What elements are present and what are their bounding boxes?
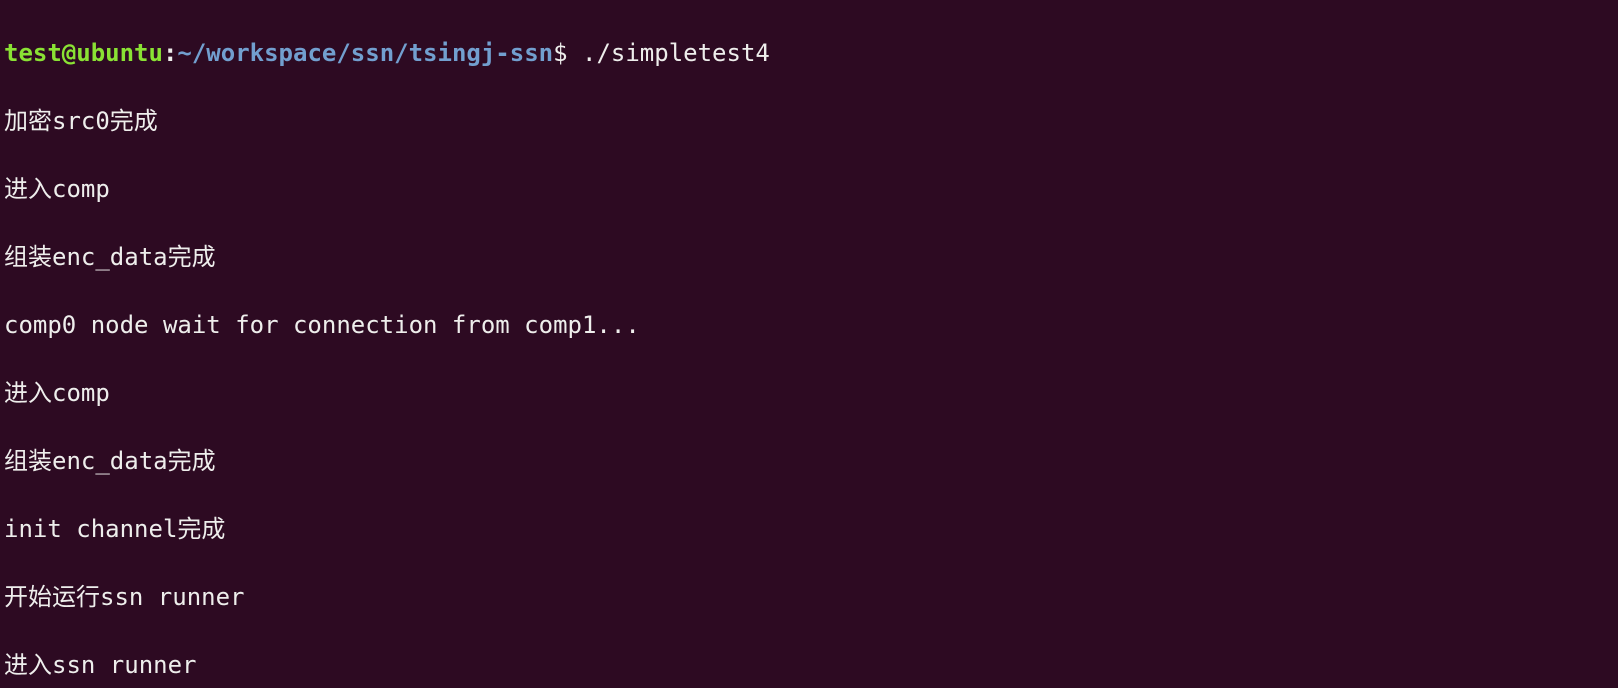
prompt-dollar: $ (553, 39, 582, 67)
output-line: 进入comp (4, 172, 1614, 206)
output-line: 开始运行ssn runner (4, 580, 1614, 614)
prompt-at: @ (62, 39, 76, 67)
prompt-colon: : (163, 39, 177, 67)
prompt-host: ubuntu (76, 39, 163, 67)
prompt-line: test@ubuntu:~/workspace/ssn/tsingj-ssn$ … (4, 36, 1614, 70)
prompt-path: ~/workspace/ssn/tsingj-ssn (177, 39, 553, 67)
terminal[interactable]: test@ubuntu:~/workspace/ssn/tsingj-ssn$ … (0, 0, 1618, 688)
command-text: ./simpletest4 (582, 39, 770, 67)
output-line: 组装enc_data完成 (4, 240, 1614, 274)
prompt-user: test (4, 39, 62, 67)
output-line: comp0 node wait for connection from comp… (4, 308, 1614, 342)
output-line: 加密src0完成 (4, 104, 1614, 138)
output-line: init channel完成 (4, 512, 1614, 546)
output-line: 组装enc_data完成 (4, 444, 1614, 478)
output-line: 进入ssn runner (4, 648, 1614, 682)
output-line: 进入comp (4, 376, 1614, 410)
